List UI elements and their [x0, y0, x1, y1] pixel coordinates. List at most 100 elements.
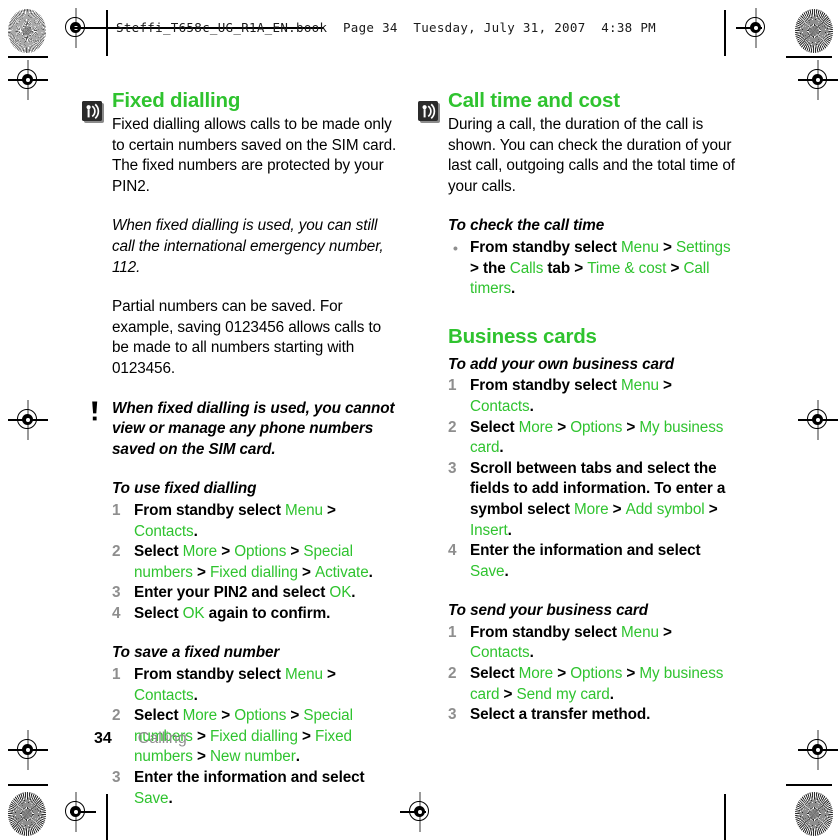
menu-item-reference: Calls	[509, 259, 544, 277]
step-text: Select	[134, 604, 183, 622]
path-separator: >	[608, 500, 626, 518]
menu-item-reference: More	[518, 418, 554, 436]
step-text: Enter the information and select	[134, 769, 365, 787]
menu-item-reference: Fixed dialling	[209, 563, 298, 581]
menu-item-reference: More	[518, 665, 554, 683]
warning-block: When fixed dialling is used, you cannot …	[92, 399, 402, 461]
step-text: From standby select	[470, 623, 622, 641]
menu-item-reference: Insert	[470, 521, 508, 539]
list-item: 4 Enter the information and select Save.	[448, 541, 738, 582]
menu-item-reference: Options	[234, 543, 287, 561]
step-text: the	[482, 259, 510, 277]
signal-antenna-icon	[82, 101, 105, 124]
procedure-title-use-fixed-dialling: To use fixed dialling	[112, 480, 257, 498]
list-item: 1 From standby select Menu > Contacts.	[448, 376, 738, 417]
section-title-business-cards: Business cards	[448, 324, 597, 348]
list-item: 4 Select OK again to confirm.	[112, 604, 402, 625]
step-text: .	[609, 685, 614, 703]
menu-item-reference: Options	[234, 707, 287, 725]
step-text: .	[193, 522, 198, 540]
menu-item-reference: Save	[470, 562, 505, 580]
warning-text: When fixed dialling is used, you cannot …	[112, 399, 395, 458]
path-separator: >	[658, 623, 672, 641]
step-number: 1	[112, 501, 121, 519]
call-time-intro-paragraph: During a call, the duration of the call …	[448, 116, 735, 195]
partial-numbers-paragraph: Partial numbers can be saved. For exampl…	[112, 298, 382, 377]
path-separator: >	[286, 707, 304, 725]
steps-add-business-card: 1 From standby select Menu > Contacts. 2 Se…	[448, 376, 738, 582]
menu-item-reference: More	[574, 500, 609, 518]
step-text: From standby select	[470, 377, 622, 395]
menu-item-reference: Save	[134, 789, 169, 807]
menu-item-reference: Contacts	[134, 686, 194, 704]
list-item: 2 Select More > Options > Special numbers…	[112, 542, 402, 583]
list-item: • From standby select Menu > Settings > t…	[448, 238, 738, 300]
menu-item-reference: Options	[570, 665, 623, 683]
step-text: Enter your PIN2 and select	[134, 584, 330, 602]
step-number: 3	[448, 459, 457, 477]
right-column: Call time and cost During a call, the du…	[418, 88, 738, 726]
list-item: 1 From standby select Menu > Contacts.	[448, 623, 738, 664]
path-separator: >	[553, 665, 571, 683]
list-item: 1 From standby select Menu > Contacts.	[112, 665, 402, 706]
step-number: 2	[448, 665, 457, 683]
step-number: 3	[112, 769, 121, 787]
step-text: .	[368, 563, 373, 581]
step-number: 1	[448, 377, 457, 395]
menu-item-reference: Time & cost	[587, 259, 667, 277]
path-separator: >	[658, 238, 677, 256]
menu-item-reference: Contacts	[134, 522, 194, 540]
exclamation-icon	[90, 401, 100, 421]
step-number: 4	[448, 542, 457, 560]
step-text: .	[504, 562, 509, 580]
path-separator: >	[322, 666, 336, 684]
path-separator: >	[217, 707, 235, 725]
step-text: Select	[134, 707, 183, 725]
path-separator: >	[286, 543, 304, 561]
menu-item-reference: Options	[570, 418, 623, 436]
menu-item-reference: Menu	[621, 623, 659, 641]
list-item: 2 Select More > Options > My business car…	[448, 418, 738, 459]
step-text: .	[529, 644, 534, 662]
step-number: 2	[448, 418, 457, 436]
list-item: 1 From standby select Menu > Contacts.	[112, 501, 402, 542]
step-text: From standby select	[134, 501, 286, 519]
section-title-call-time-and-cost: Call time and cost	[448, 89, 620, 112]
step-text: Select a transfer method.	[470, 706, 651, 724]
menu-item-reference: Send my card	[516, 685, 610, 703]
step-text: .	[507, 521, 512, 539]
path-separator: >	[297, 727, 315, 745]
step-text: Select	[470, 418, 519, 436]
path-separator: >	[297, 563, 315, 581]
step-text: .	[499, 439, 504, 457]
menu-item-reference: OK	[329, 584, 352, 602]
procedure-title-save-fixed-number: To save a fixed number	[112, 644, 280, 662]
menu-item-reference: Menu	[285, 666, 323, 684]
menu-item-reference: Add symbol	[625, 500, 705, 518]
step-text: tab	[543, 259, 571, 277]
menu-item-reference: Menu	[285, 501, 323, 519]
menu-item-reference: Settings	[676, 238, 731, 256]
menu-item-reference: Menu	[621, 377, 659, 395]
step-text: Enter the information and select	[470, 542, 701, 560]
menu-item-reference: Fixed dialling	[209, 727, 298, 745]
path-separator: >	[622, 665, 640, 683]
step-number: 1	[448, 623, 457, 641]
path-separator: >	[658, 377, 672, 395]
path-separator: >	[470, 259, 483, 277]
step-text: .	[168, 789, 173, 807]
steps-send-business-card: 1 From standby select Menu > Contacts. 2 Se…	[448, 623, 738, 726]
list-item: 3 Enter the information and select Save.	[112, 768, 402, 809]
intro-paragraph: Fixed dialling allows calls to be made o…	[112, 116, 397, 195]
menu-item-reference: Activate	[315, 563, 369, 581]
footer-chapter-name: Calling	[137, 730, 187, 747]
path-separator: >	[553, 418, 571, 436]
steps-check-call-time: • From standby select Menu > Settings > t…	[448, 238, 738, 300]
step-text: .	[193, 686, 198, 704]
page-footer: 34 Calling	[94, 729, 187, 749]
menu-item-reference: Menu	[621, 238, 659, 256]
step-number: 2	[112, 707, 121, 725]
path-separator: >	[217, 543, 235, 561]
menu-item-reference: Contacts	[470, 397, 530, 415]
step-text: Select	[470, 665, 519, 683]
